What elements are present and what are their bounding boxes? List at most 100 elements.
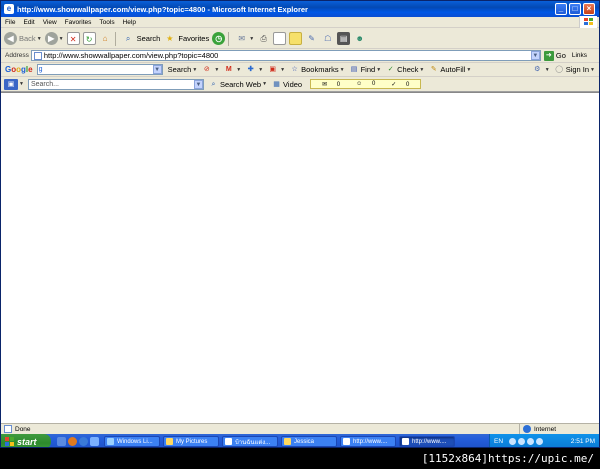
- media-player-icon[interactable]: [90, 437, 99, 446]
- bookmarks-button[interactable]: ☆ Bookmarks ▼: [290, 65, 344, 74]
- search-input[interactable]: Search... ▼: [27, 78, 204, 90]
- status-bar: Done Internet: [1, 423, 599, 434]
- close-button[interactable]: ×: [583, 3, 595, 15]
- video-button[interactable]: ▦ Video: [272, 80, 302, 89]
- google-logo[interactable]: Google: [5, 65, 33, 74]
- browser-page-icon: [343, 438, 350, 445]
- gmail-button[interactable]: M ▼: [224, 65, 241, 74]
- gmail-icon: M: [225, 66, 232, 73]
- back-button[interactable]: ◀ Back ▼: [4, 31, 42, 47]
- search-icon: ⌕: [211, 80, 216, 88]
- autofill-button[interactable]: ✎ AutoFill ▼: [429, 65, 471, 74]
- search-web-button[interactable]: ⌕ Search Web ▼: [209, 80, 267, 89]
- chevron-down-icon: ▼: [466, 66, 472, 73]
- google-search-dropdown[interactable]: ▼: [152, 65, 162, 74]
- title-bar[interactable]: e http://www.showwallpaper.com/view.php?…: [1, 1, 599, 17]
- address-input[interactable]: http://www.showwallpaper.com/view.php?to…: [30, 50, 541, 61]
- home-button[interactable]: ⌂: [99, 31, 112, 47]
- chevron-down-icon: ▼: [544, 66, 550, 73]
- discuss-button[interactable]: [289, 31, 303, 47]
- page-status-icon: [4, 425, 12, 433]
- popup-blocker-button[interactable]: ⊘ ▼: [202, 65, 219, 74]
- chevron-down-icon: ▼: [236, 66, 242, 73]
- messenger-tray-icon[interactable]: [536, 438, 544, 445]
- language-indicator[interactable]: EN: [494, 438, 503, 445]
- print-button[interactable]: ⎙: [257, 31, 270, 47]
- network-icon[interactable]: [509, 438, 517, 445]
- taskbar-item[interactable]: Windows Li...: [104, 436, 160, 447]
- minimize-button[interactable]: _: [555, 3, 567, 15]
- counter-item: ✓ 0: [391, 81, 410, 88]
- menu-help[interactable]: Help: [119, 19, 140, 26]
- history-icon: ◷: [212, 32, 226, 45]
- history-button[interactable]: ◷: [212, 31, 226, 47]
- internet-explorer-icon: e: [4, 4, 14, 14]
- folder-icon: [166, 438, 173, 445]
- refresh-button[interactable]: ↻: [82, 31, 96, 47]
- chevron-down-icon[interactable]: ▼: [19, 81, 24, 87]
- star-icon: ☆: [291, 66, 298, 73]
- favorites-button[interactable]: ★ Favorites: [163, 31, 209, 47]
- chevron-down-icon: ▼: [262, 81, 268, 87]
- zone-label: Internet: [534, 425, 557, 433]
- check-button[interactable]: ✓ Check ▼: [386, 65, 425, 74]
- address-label: Address: [5, 52, 29, 59]
- firefox-icon[interactable]: [68, 437, 77, 446]
- menu-tools[interactable]: Tools: [95, 19, 118, 26]
- quick-launch: [57, 437, 101, 446]
- forward-button[interactable]: ▶ ▼: [44, 31, 64, 47]
- users-button[interactable]: ☻: [353, 31, 366, 47]
- chevron-down-icon: ▼: [376, 66, 382, 73]
- status-text: Done: [15, 425, 31, 433]
- search-web-label: Search Web: [219, 79, 262, 89]
- menu-edit[interactable]: Edit: [19, 19, 38, 26]
- forward-arrow-icon: ▶: [44, 32, 58, 45]
- google-search-button[interactable]: Search ▼: [168, 65, 198, 74]
- taskbar-item[interactable]: Jessica: [281, 436, 337, 447]
- taskbar-item-active[interactable]: http://www....: [399, 436, 455, 447]
- address-dropdown-button[interactable]: ▼: [530, 51, 540, 60]
- menu-file[interactable]: File: [1, 19, 19, 26]
- security-zone[interactable]: Internet: [519, 424, 599, 434]
- menu-favorites[interactable]: Favorites: [61, 19, 96, 26]
- settings-button[interactable]: ⚙ ▼: [533, 65, 550, 74]
- volume-icon[interactable]: [518, 438, 526, 445]
- ie-quicklaunch-icon[interactable]: [79, 437, 88, 446]
- search-button[interactable]: ⌕ Search: [122, 31, 161, 47]
- stop-button[interactable]: ✕: [66, 31, 80, 47]
- clock[interactable]: 2:51 PM: [571, 438, 595, 445]
- media-button[interactable]: ▤: [337, 31, 351, 47]
- google-toolbar: Google g ▼ Search ▼ ⊘ ▼ M ▼ ✚ ▼ ▣ ▼ ☆ Bo…: [1, 63, 599, 77]
- chevron-down-icon: ▼: [36, 35, 42, 42]
- counter-icon: ✓: [391, 81, 397, 88]
- taskbar-item[interactable]: http://www....: [340, 436, 396, 447]
- counter-box[interactable]: ✉ 0 ☺ 0 ✓ 0: [310, 79, 422, 89]
- maximize-button[interactable]: □: [569, 3, 581, 15]
- taskbar-item[interactable]: My Pictures: [163, 436, 219, 447]
- pagerank-button[interactable]: ▣ ▼: [268, 65, 285, 74]
- find-button[interactable]: ▤ Find ▼: [350, 65, 382, 74]
- taskbar-item[interactable]: บ้านฉันแต่ง...: [222, 436, 278, 447]
- mail-button[interactable]: ✉ ▼: [235, 31, 254, 47]
- toolbar-divider: [114, 31, 116, 46]
- start-button[interactable]: start: [1, 434, 51, 447]
- address-url[interactable]: http://www.showwallpaper.com/view.php?to…: [44, 51, 531, 60]
- toolbar-logo-icon[interactable]: ▣: [4, 78, 18, 90]
- messenger-button[interactable]: ☖: [321, 31, 334, 47]
- add-button[interactable]: ✚ ▼: [246, 65, 263, 74]
- google-search-input[interactable]: g ▼: [36, 64, 163, 75]
- page-content[interactable]: [1, 92, 599, 423]
- windows-logo-icon: [579, 16, 597, 28]
- go-button[interactable]: ➜ Go: [543, 50, 566, 61]
- show-desktop-icon[interactable]: [57, 437, 66, 446]
- sign-in-button[interactable]: ◯ Sign In ▼: [555, 65, 595, 74]
- edit-button[interactable]: [273, 31, 287, 47]
- printer-icon: ⎙: [260, 34, 267, 43]
- menu-view[interactable]: View: [39, 19, 61, 26]
- search-dropdown-button[interactable]: ▼: [193, 79, 203, 89]
- links-button[interactable]: Links: [572, 52, 587, 59]
- antivirus-icon[interactable]: [527, 438, 535, 445]
- counter-item: ✉ 0: [322, 81, 341, 88]
- research-button[interactable]: ✎: [305, 31, 318, 47]
- favorites-label: Favorites: [178, 34, 210, 43]
